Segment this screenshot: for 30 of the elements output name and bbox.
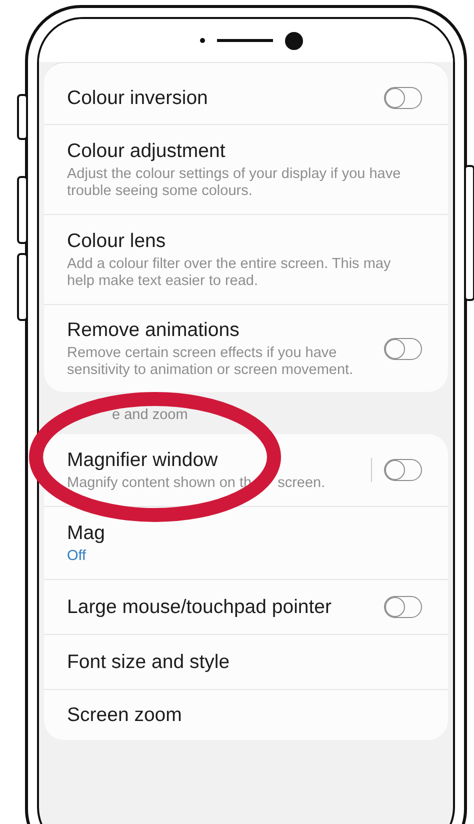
setting-description: Remove certain screen effects if you have sensitivity to animation or screen movement. <box>67 344 354 378</box>
setting-title: Large mouse/touchpad pointer <box>67 596 332 618</box>
toggle-switch[interactable] <box>384 87 422 109</box>
settings-row[interactable]: Font size and style <box>44 635 448 690</box>
setting-description: Adjust the colour settings of your display if you have trouble seeing some colours. <box>67 166 402 200</box>
setting-title: Screen zoom <box>67 704 182 726</box>
camera-icon <box>284 32 302 50</box>
setting-title: Font size and style <box>67 650 230 674</box>
toggle-switch[interactable] <box>384 459 422 481</box>
sensor-icon <box>200 38 204 43</box>
setting-title: Mag <box>67 522 105 545</box>
setting-title: Colour lens <box>67 230 167 252</box>
settings-row[interactable]: Mag Off <box>44 507 448 580</box>
setting-title: Colour inversion <box>67 86 208 110</box>
settings-row[interactable]: Remove animations Remove certain screen effects if you have sensitivity to animation or screen movement. <box>44 305 448 392</box>
setting-title: Colour adjustment <box>67 140 226 162</box>
setting-description: Add a colour filter over the entire screen. This may help make text easier to read. <box>67 256 392 290</box>
setting-title: Remove animations <box>67 318 240 342</box>
section-header: e and zoom <box>111 406 189 425</box>
settings-row[interactable]: Screen zoom <box>44 690 448 740</box>
settings-row[interactable]: Colour adjustment Adjust the colour settings of your display if you have trouble seeing some colours. <box>44 125 448 215</box>
speaker-icon <box>216 39 272 42</box>
toggle-switch[interactable] <box>384 596 422 618</box>
settings-row[interactable]: Large mouse/touchpad pointer <box>44 580 448 635</box>
settings-row[interactable]: Colour lens Add a colour filter over the entire screen. This may help make text easier to read. <box>44 215 448 305</box>
setting-value: Off <box>67 548 88 564</box>
settings-row[interactable]: Colour inversion <box>44 72 448 125</box>
setting-title: Magnifier window <box>67 448 219 472</box>
setting-description: screen. <box>278 474 326 492</box>
toggle-switch[interactable] <box>384 338 422 360</box>
